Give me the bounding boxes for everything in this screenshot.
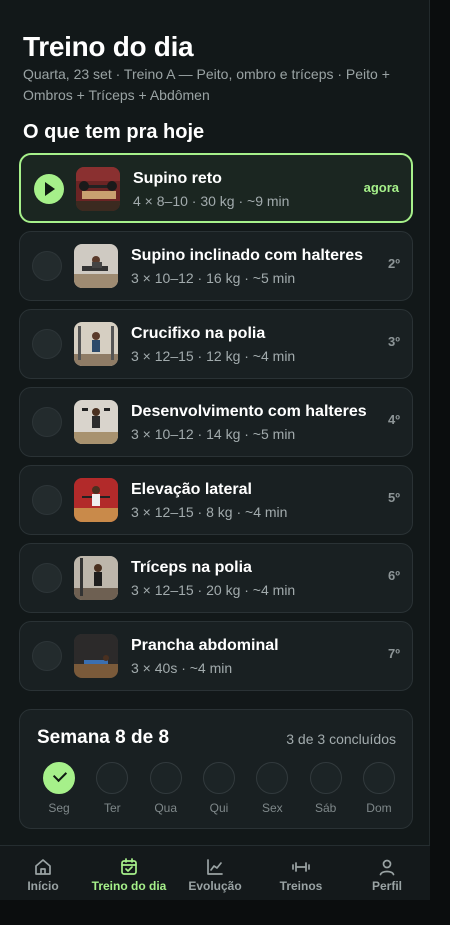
dumbbell-icon xyxy=(291,857,311,877)
week-progress-card: Semana 8 de 8 3 de 3 concluídos Seg Ter … xyxy=(19,709,413,829)
exercise-order: agora xyxy=(363,180,399,195)
day-label: Qua xyxy=(154,801,177,815)
tab-evolucao[interactable]: Evolução xyxy=(172,846,258,900)
exercise-meta: 3 × 12–15 · 12 kg · ~4 min xyxy=(131,348,296,364)
day-label: Ter xyxy=(103,801,121,815)
exercise-order: 4º xyxy=(388,412,400,427)
exercise-order: 6º xyxy=(388,568,400,583)
exercise-name: Prancha abdominal xyxy=(131,637,279,654)
day-circle xyxy=(362,762,395,794)
day-label: Seg xyxy=(48,801,70,815)
exercise-order: 5º xyxy=(388,490,400,505)
exercise-order: 2º xyxy=(388,256,400,271)
exercise-name: Supino reto xyxy=(133,170,222,187)
home-icon xyxy=(33,857,53,877)
status-circle-icon[interactable] xyxy=(32,407,62,437)
chart-line-icon xyxy=(205,857,225,877)
week-title: Semana 8 de 8 xyxy=(37,727,170,748)
day-seg[interactable]: Seg xyxy=(42,762,76,815)
exercise-name: Crucifixo na polia xyxy=(131,325,266,342)
exercise-thumbnail xyxy=(74,322,118,366)
exercise-thumbnail xyxy=(74,556,118,600)
day-circle xyxy=(96,762,129,794)
app-screen: Treino do dia Quarta, 23 set · Treino A … xyxy=(0,0,430,900)
exercise-item-7[interactable]: Prancha abdominal 3 × 40s · ~4 min 7º xyxy=(19,621,413,691)
day-dom[interactable]: Dom xyxy=(362,762,396,815)
exercise-list: Supino reto 4 × 8–10 · 30 kg · ~9 min ag… xyxy=(19,153,413,699)
status-circle-icon[interactable] xyxy=(32,329,62,359)
exercise-meta: 3 × 12–15 · 20 kg · ~4 min xyxy=(131,582,296,598)
day-circle xyxy=(309,762,342,794)
exercise-order: 7º xyxy=(388,646,400,661)
day-label: Qui xyxy=(209,801,229,815)
check-icon xyxy=(43,762,75,794)
exercise-item-5[interactable]: Elevação lateral 3 × 12–15 · 8 kg · ~4 m… xyxy=(19,465,413,535)
status-circle-icon[interactable] xyxy=(32,251,62,281)
page-header: Treino do dia Quarta, 23 set · Treino A … xyxy=(23,30,418,106)
exercise-order: 3º xyxy=(388,334,400,349)
exercise-name: Elevação lateral xyxy=(131,481,252,498)
play-icon[interactable] xyxy=(34,174,64,204)
tab-label: Evolução xyxy=(188,879,242,893)
day-circle xyxy=(202,762,235,794)
exercise-meta: 3 × 10–12 · 14 kg · ~5 min xyxy=(131,426,296,442)
tab-treino-do-dia[interactable]: Treino do dia xyxy=(86,846,172,900)
day-ter[interactable]: Ter xyxy=(95,762,129,815)
day-circle xyxy=(256,762,289,794)
tab-label: Perfil xyxy=(371,879,402,893)
day-label: Sex xyxy=(261,801,283,815)
day-sex[interactable]: Sex xyxy=(255,762,289,815)
exercise-meta: 3 × 40s · ~4 min xyxy=(131,660,233,676)
exercise-meta: 3 × 10–12 · 16 kg · ~5 min xyxy=(131,270,296,286)
exercise-thumbnail xyxy=(76,167,120,211)
exercise-item-6[interactable]: Tríceps na polia 3 × 12–15 · 20 kg · ~4 … xyxy=(19,543,413,613)
tab-treinos[interactable]: Treinos xyxy=(258,846,344,900)
week-days: Seg Ter Qua Qui Sex Sáb Dom xyxy=(42,762,396,815)
tab-label: Treino do dia xyxy=(91,879,167,893)
exercise-item-3[interactable]: Crucifixo na polia 3 × 12–15 · 12 kg · ~… xyxy=(19,309,413,379)
page-title: Treino do dia xyxy=(23,31,194,62)
section-title: O que tem pra hoje xyxy=(23,121,205,143)
exercise-item-4[interactable]: Desenvolvimento com halteres 3 × 10–12 ·… xyxy=(19,387,413,457)
day-sab[interactable]: Sáb xyxy=(309,762,343,815)
exercise-item-1[interactable]: Supino reto 4 × 8–10 · 30 kg · ~9 min ag… xyxy=(19,153,413,223)
tab-label: Início xyxy=(27,879,59,893)
user-icon xyxy=(377,857,397,877)
exercise-meta: 3 × 12–15 · 8 kg · ~4 min xyxy=(131,504,288,520)
exercise-thumbnail xyxy=(74,478,118,522)
exercise-name: Tríceps na polia xyxy=(131,559,252,576)
day-qua[interactable]: Qua xyxy=(149,762,183,815)
status-circle-icon[interactable] xyxy=(32,641,62,671)
exercise-thumbnail xyxy=(74,244,118,288)
day-label: Sáb xyxy=(314,801,337,815)
week-count: 3 de 3 concluídos xyxy=(286,731,396,747)
day-label: Dom xyxy=(366,801,392,815)
day-circle xyxy=(149,762,182,794)
exercise-thumbnail xyxy=(74,634,118,678)
exercise-meta: 4 × 8–10 · 30 kg · ~9 min xyxy=(133,193,290,209)
status-circle-icon[interactable] xyxy=(32,563,62,593)
exercise-item-2[interactable]: Supino inclinado com halteres 3 × 10–12 … xyxy=(19,231,413,301)
tab-perfil[interactable]: Perfil xyxy=(344,846,430,900)
exercise-name: Desenvolvimento com halteres xyxy=(131,403,367,420)
calendar-check-icon xyxy=(119,857,139,877)
tab-label: Treinos xyxy=(279,879,323,893)
day-qui[interactable]: Qui xyxy=(202,762,236,815)
status-circle-icon[interactable] xyxy=(32,485,62,515)
exercise-thumbnail xyxy=(74,400,118,444)
tab-inicio[interactable]: Início xyxy=(0,846,86,900)
page-subtitle: Quarta, 23 set · Treino A — Peito, ombro… xyxy=(23,66,390,103)
exercise-name: Supino inclinado com halteres xyxy=(131,247,364,264)
bottom-tab-bar: Início Treino do dia Evolução Treinos Pe… xyxy=(0,845,430,900)
